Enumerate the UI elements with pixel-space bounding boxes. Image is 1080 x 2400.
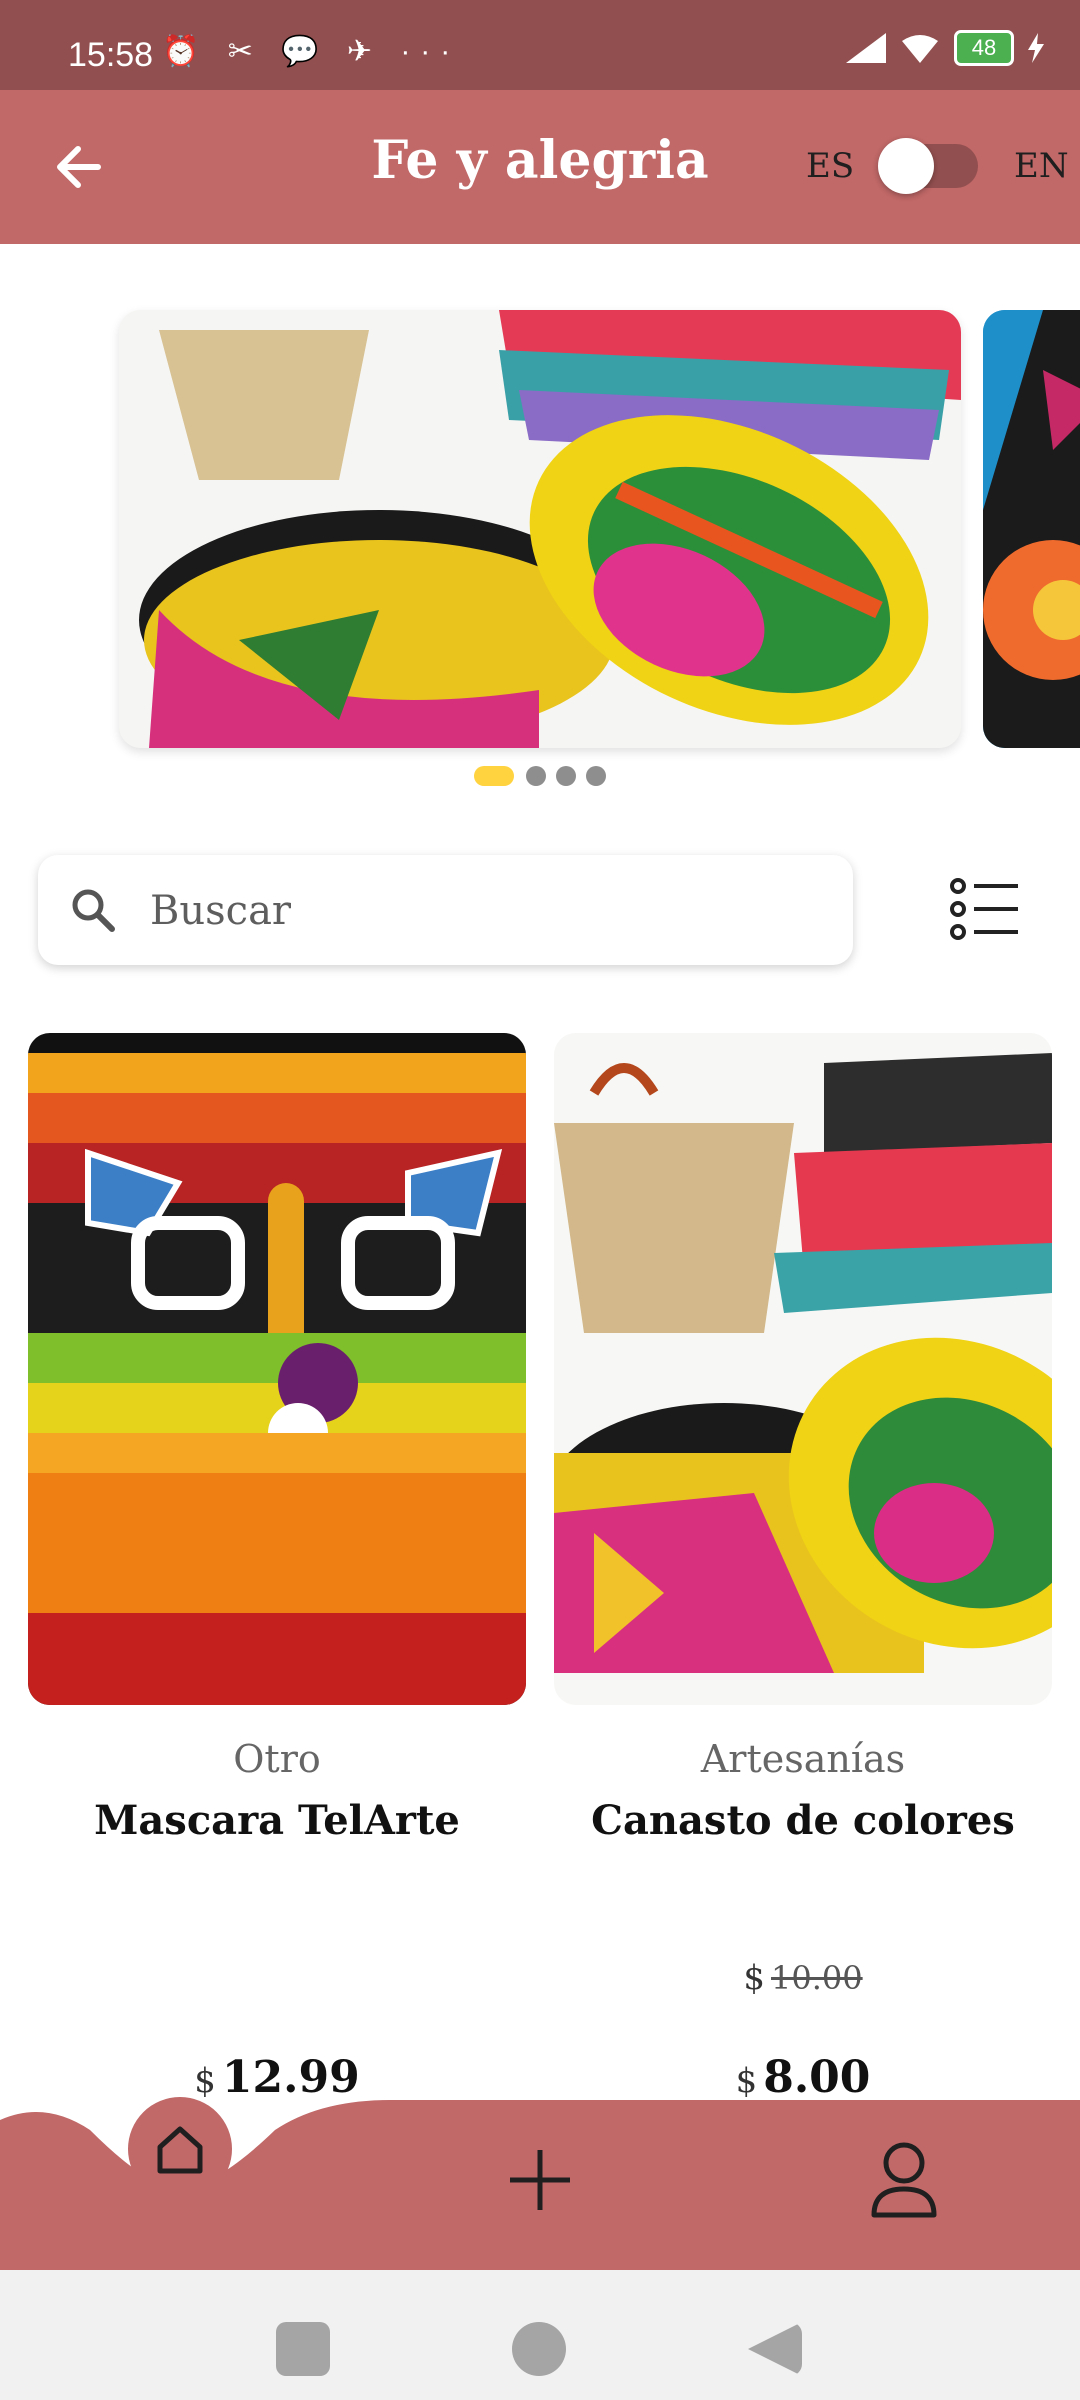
product-name[interactable]: Mascara TelArte [28, 1797, 526, 1844]
battery-icon: 48 [954, 30, 1014, 66]
home-icon [157, 2126, 203, 2174]
carousel-slide-baskets[interactable] [119, 310, 961, 748]
recents-icon[interactable] [276, 2322, 330, 2376]
carousel-dot[interactable] [556, 766, 576, 786]
carousel-dot[interactable] [586, 766, 606, 786]
product-price: $8.00 [554, 2052, 1052, 2103]
app-bar: Fe y alegria ES EN [0, 90, 1080, 244]
list-view-icon[interactable] [948, 872, 1022, 946]
nav-home-button[interactable] [128, 2097, 232, 2201]
language-toggle[interactable] [878, 138, 978, 194]
status-right: 48 [846, 30, 1044, 66]
next-slide-image [983, 310, 1080, 748]
system-back-icon[interactable] [748, 2322, 802, 2376]
product-price: $12.99 [28, 2052, 526, 2103]
product-name[interactable]: Canasto de colores [554, 1797, 1052, 1844]
search-input[interactable] [148, 875, 832, 947]
search-bar[interactable] [38, 855, 853, 965]
product-image-basket[interactable] [554, 1033, 1052, 1705]
notification-icons: ⏰ ✂ 💬 ✈ ··· [162, 35, 461, 68]
old-price-value: 10.00 [771, 1959, 863, 1997]
price-value: 8.00 [763, 2052, 871, 2103]
status-time: 15:58 [68, 36, 154, 74]
toggle-knob [878, 138, 934, 194]
basket-image [554, 1033, 1052, 1705]
page-title: Fe y alegria [371, 130, 709, 191]
plus-icon[interactable] [500, 2140, 580, 2220]
language-es-label: ES [806, 146, 855, 186]
price-value: 12.99 [221, 2052, 360, 2103]
charging-icon [1028, 33, 1044, 63]
baskets-image [119, 310, 961, 748]
signal-icon [846, 33, 886, 63]
system-home-icon[interactable] [512, 2322, 566, 2376]
carousel-indicator [0, 766, 1080, 786]
language-en-label: EN [1014, 146, 1069, 186]
system-nav-bar [0, 2270, 1080, 2400]
back-arrow-icon[interactable] [48, 135, 112, 199]
carousel-dot[interactable] [526, 766, 546, 786]
product-old-price: $10.00 [554, 1958, 1052, 1998]
carousel-dot-active[interactable] [474, 766, 514, 786]
product-card[interactable] [554, 1033, 1052, 1705]
search-icon [72, 889, 115, 932]
product-image-mask[interactable] [28, 1033, 526, 1705]
currency-symbol: $ [194, 2061, 216, 2101]
product-category: Artesanías [700, 1737, 906, 1781]
user-icon[interactable] [864, 2137, 944, 2223]
product-card[interactable] [28, 1033, 526, 1705]
wifi-icon [902, 35, 938, 63]
currency-symbol: $ [735, 2061, 758, 2101]
product-category: Otro [233, 1737, 321, 1781]
status-bar: 15:58 ⏰ ✂ 💬 ✈ ··· 48 [0, 0, 1080, 90]
mask-image [28, 1033, 526, 1705]
currency-symbol: $ [743, 1958, 766, 1998]
carousel-slide-next[interactable] [983, 310, 1080, 748]
